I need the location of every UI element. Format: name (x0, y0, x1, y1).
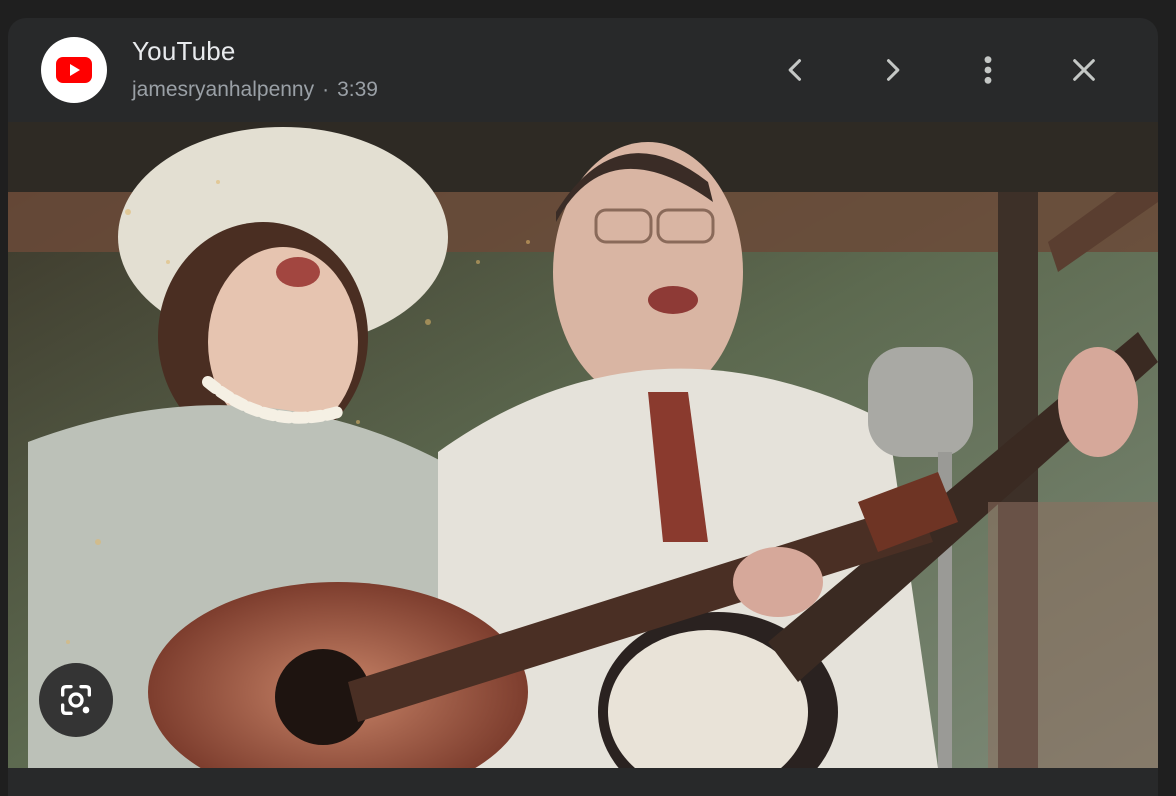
more-options-button[interactable] (964, 46, 1012, 94)
more-vertical-icon (984, 56, 992, 84)
previous-button[interactable] (772, 46, 820, 94)
google-lens-button[interactable] (39, 663, 113, 737)
youtube-logo-icon[interactable] (41, 37, 107, 103)
preview-panel: YouTube jamesryanhalpenny · 3:39 (8, 18, 1158, 796)
video-meta: jamesryanhalpenny · 3:39 (132, 78, 378, 102)
chevron-right-icon (886, 59, 900, 81)
thumbnail-photo (8, 122, 1158, 768)
chevron-left-icon (788, 59, 802, 81)
meta-separator: · (322, 78, 330, 101)
close-icon (1073, 59, 1095, 81)
source-title[interactable]: YouTube (132, 36, 236, 67)
video-thumbnail[interactable] (8, 122, 1158, 768)
video-duration: 3:39 (337, 78, 378, 101)
google-lens-icon (61, 685, 92, 715)
channel-name: jamesryanhalpenny (132, 78, 315, 101)
next-button[interactable] (868, 46, 916, 94)
close-button[interactable] (1060, 46, 1108, 94)
panel-header: YouTube jamesryanhalpenny · 3:39 (8, 18, 1158, 122)
